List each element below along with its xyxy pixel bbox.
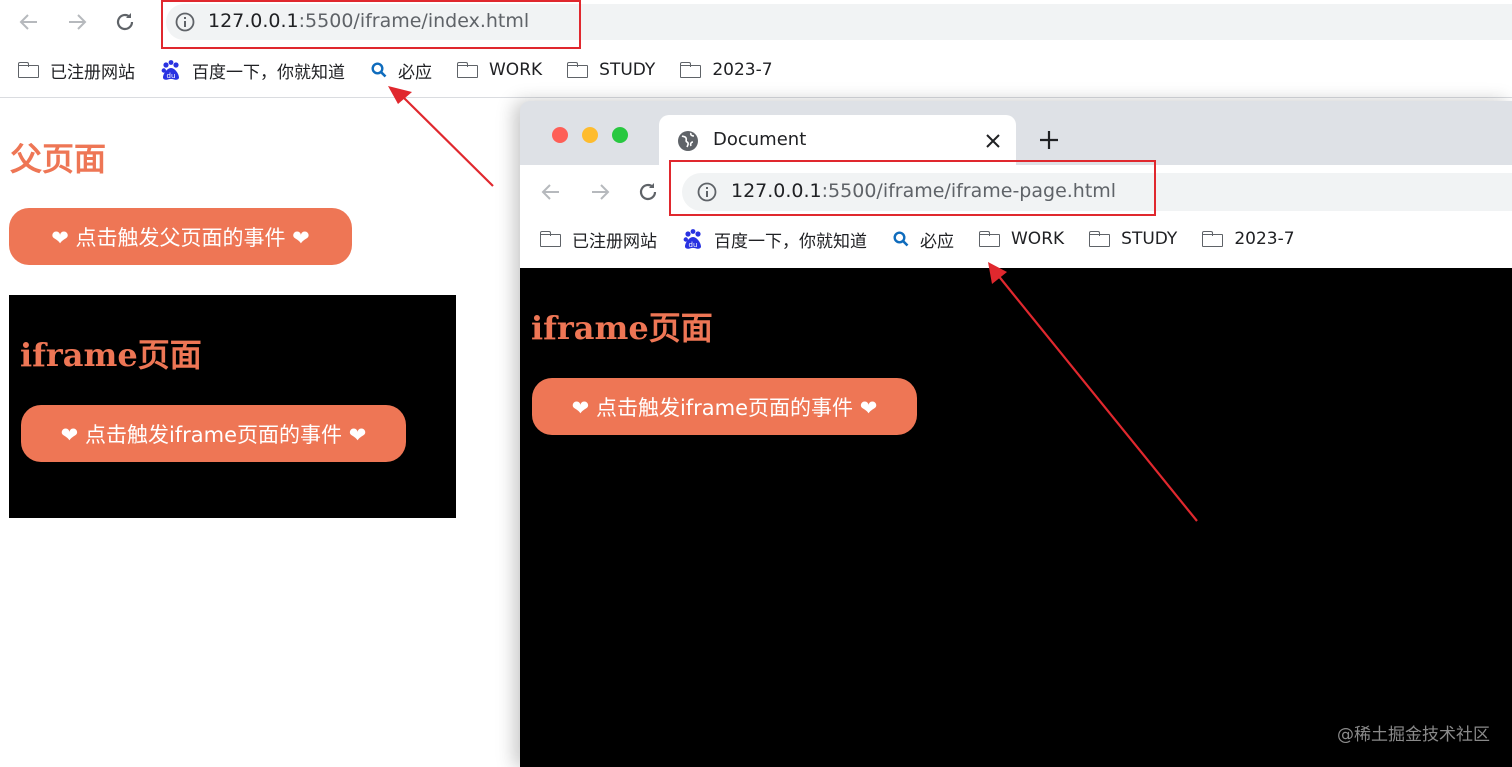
arrow-to-iframe-url	[988, 262, 1198, 522]
arrow-to-top-url	[388, 86, 494, 187]
annotation-arrows	[388, 86, 1198, 522]
watermark: @稀土掘金技术社区	[1337, 725, 1490, 745]
